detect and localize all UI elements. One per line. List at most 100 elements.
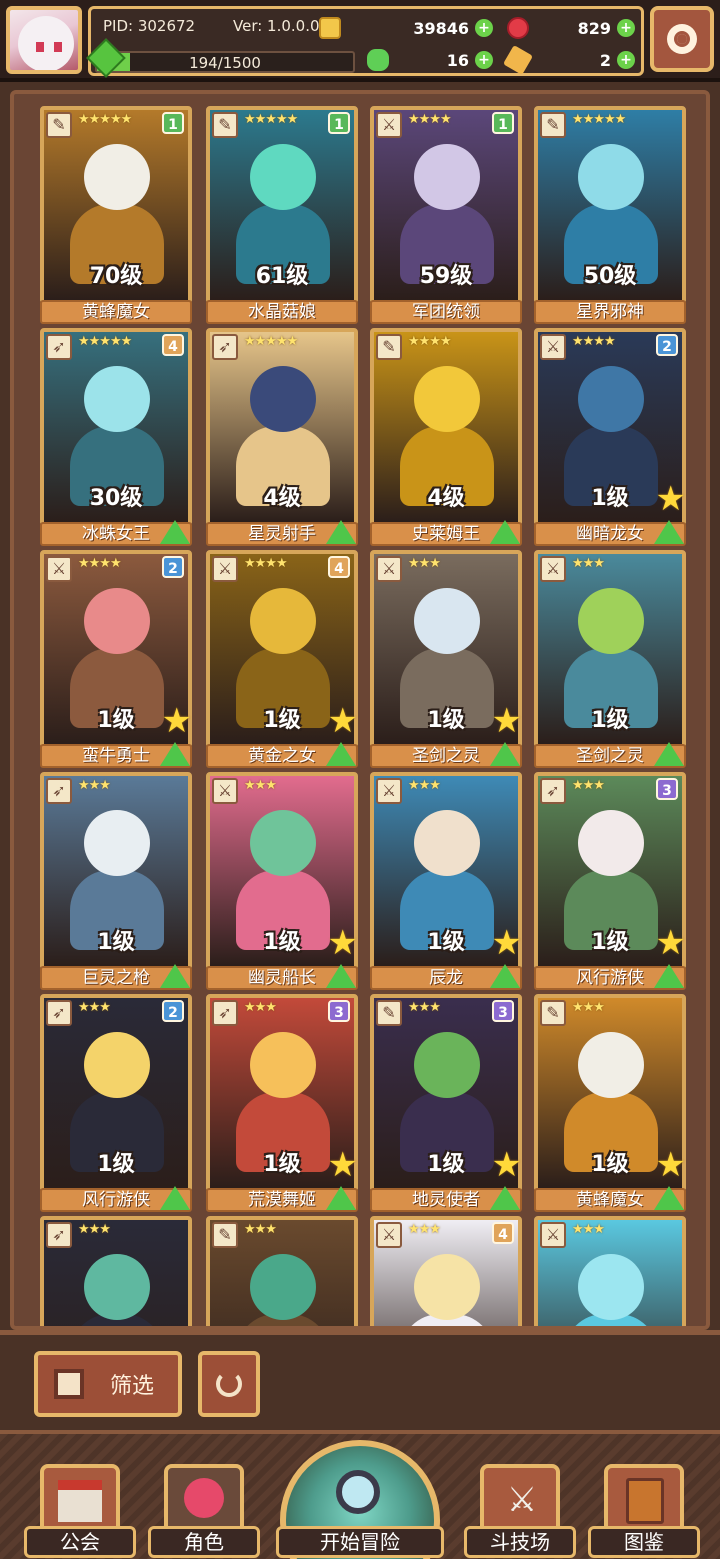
character-card[interactable]: ⚔ ★★★★ 2 1级 幽暗龙女 ★ [534,328,686,546]
character-card[interactable]: ⚔ ★★★ 1级 幽灵船长 ★ [206,772,358,990]
character-card[interactable]: ✎ ★★★★ 4级 史莱姆王 [370,328,522,546]
sword-weapon-icon: ⚔ [46,556,72,582]
rarity-stars: ★★★ [408,1222,441,1237]
refresh-button[interactable] [198,1351,260,1417]
upgrade-arrow-icon[interactable] [490,1186,520,1210]
gold-coin-icon [319,17,341,39]
character-level: 30级 [89,486,143,511]
class-badge: 3 [656,778,678,800]
character-card[interactable]: ⚔ ★★★ 1级 圣剑之灵 ★ [370,550,522,768]
upgrade-arrow-icon[interactable] [490,742,520,766]
upgrade-arrow-icon[interactable] [654,964,684,988]
character-card[interactable]: ➶ ★★★ 3 1级 风行游侠 ★ [534,772,686,990]
upgrade-arrow-icon[interactable] [654,520,684,544]
bow-weapon-icon: ➶ [46,1222,72,1248]
character-card[interactable]: ⚔ ★★★ 1级 辰龙 ★ [370,772,522,990]
upgrade-arrow-icon[interactable] [326,1186,356,1210]
character-card[interactable]: ⚔ ★★★★ 1 59级 军团统领 [370,106,522,324]
nav-arena-label: 斗技场 [464,1526,576,1558]
add-gold-button[interactable]: + [475,19,493,37]
grid-icon [54,1369,84,1399]
class-badge: 3 [328,1000,350,1022]
key-value: 2 [599,50,611,70]
bow-weapon-icon: ➶ [540,778,566,804]
upgrade-arrow-icon[interactable] [490,520,520,544]
filter-label: 筛选 [110,1374,155,1399]
nav-start-adventure[interactable]: 开始冒险 [272,1440,448,1559]
rarity-stars: ★★★ [572,556,605,571]
upgrade-arrow-icon[interactable] [654,742,684,766]
portrait-head [578,1032,644,1098]
star-icon: ★ [491,1145,522,1185]
nav-arena[interactable]: ⚔ 斗技场 [464,1464,576,1559]
rarity-stars: ★★★★ [408,112,452,127]
rarity-stars: ★★★ [572,778,605,793]
character-card[interactable]: ✎ ★★★★★ 50级 星界邪神 [534,106,686,324]
character-card[interactable]: ⚔ ★★★★ 4 1级 黄金之女 ★ [206,550,358,768]
upgrade-arrow-icon[interactable] [160,520,190,544]
bow-weapon-icon: ➶ [46,334,72,360]
character-card[interactable]: ✎ ★★★★★ 1 61级 水晶菇娘 [206,106,358,324]
character-card[interactable]: ⚔ ★★★★ 2 1级 蛮牛勇士 ★ [40,550,192,768]
upgrade-arrow-icon[interactable] [326,520,356,544]
rarity-stars: ★★★ [244,1222,277,1237]
portrait-head [250,588,316,654]
upgrade-arrow-icon[interactable] [326,964,356,988]
character-card[interactable]: ➶ ★★★★★ 4级 星灵射手 [206,328,358,546]
character-card[interactable]: ✎ ★★★ 3 1级 地灵使者 ★ [370,994,522,1212]
class-badge: 1 [162,112,184,134]
nav-codex[interactable]: 图鉴 [588,1464,700,1559]
class-badge: 2 [162,1000,184,1022]
upgrade-arrow-icon[interactable] [326,742,356,766]
settings-button[interactable] [650,6,714,72]
rarity-stars: ★★★ [78,1222,111,1237]
sword-weapon-icon: ⚔ [540,1222,566,1248]
rarity-stars: ★★★ [78,778,111,793]
bow-weapon-icon: ➶ [46,1000,72,1026]
nav-guild[interactable]: 公会 [24,1464,136,1559]
character-card[interactable]: ⚔ ★★★ [534,1216,686,1326]
character-card[interactable]: ✎ ★★★ [206,1216,358,1326]
star-icon: ★ [655,923,686,963]
character-card[interactable]: ⚔ ★★★ 1级 圣剑之灵 [534,550,686,768]
portrait-head [414,1032,480,1098]
wand-weapon-icon: ✎ [376,334,402,360]
character-card[interactable]: ✎ ★★★★★ 1 70级 黄蜂魔女 [40,106,192,324]
upgrade-arrow-icon[interactable] [160,964,190,988]
card-frame: ✎ ★★★ [206,1216,358,1326]
upgrade-arrow-icon[interactable] [654,1186,684,1210]
character-card[interactable]: ➶ ★★★ 1级 巨灵之枪 [40,772,192,990]
portrait-head [84,588,150,654]
class-badge: 3 [492,1000,514,1022]
character-card[interactable]: ➶ ★★★ 2 1级 风行游侠 [40,994,192,1212]
sword-weapon-icon: ⚔ [540,334,566,360]
character-card[interactable]: ✎ ★★★ 1级 黄蜂魔女 ★ [534,994,686,1212]
add-gem-button[interactable]: + [617,19,635,37]
add-key-button[interactable]: + [617,51,635,69]
character-name: 水晶菇娘 [206,300,358,324]
character-grid[interactable]: ✎ ★★★★★ 1 70级 黄蜂魔女 ✎ ★★★★★ 1 61级 水晶菇娘 ⚔ ★★★★ 1 59级 军团统… [10,90,710,1330]
filter-button[interactable]: 筛选 [34,1351,182,1417]
character-level: 4级 [427,486,465,511]
character-card[interactable]: ➶ ★★★★★ 4 30级 冰蛛女王 [40,328,192,546]
upgrade-arrow-icon[interactable] [160,1186,190,1210]
character-card[interactable]: ⚔ ★★★ 4 [370,1216,522,1326]
add-clover-button[interactable]: + [475,51,493,69]
player-avatar[interactable] [6,6,82,74]
nav-character[interactable]: 角色 [148,1464,260,1559]
portrait-head [250,144,316,210]
rarity-stars: ★★★ [244,1000,277,1015]
rarity-stars: ★★★ [572,1000,605,1015]
sword-weapon-icon: ⚔ [212,556,238,582]
upgrade-arrow-icon[interactable] [160,742,190,766]
star-icon: ★ [327,923,358,963]
player-info-panel: PID: 302672 Ver: 1.0.0.0 39846 + 829 + 1… [88,6,644,76]
crossed-swords-icon: ⚔ [506,1480,538,1520]
sword-weapon-icon: ⚔ [376,112,402,138]
rarity-stars: ★★★★★ [78,112,132,127]
rarity-stars: ★★★★★ [244,112,298,127]
upgrade-arrow-icon[interactable] [490,964,520,988]
wand-weapon-icon: ✎ [212,1222,238,1248]
character-card[interactable]: ➶ ★★★ [40,1216,192,1326]
character-card[interactable]: ➶ ★★★ 3 1级 荒漠舞姬 ★ [206,994,358,1212]
